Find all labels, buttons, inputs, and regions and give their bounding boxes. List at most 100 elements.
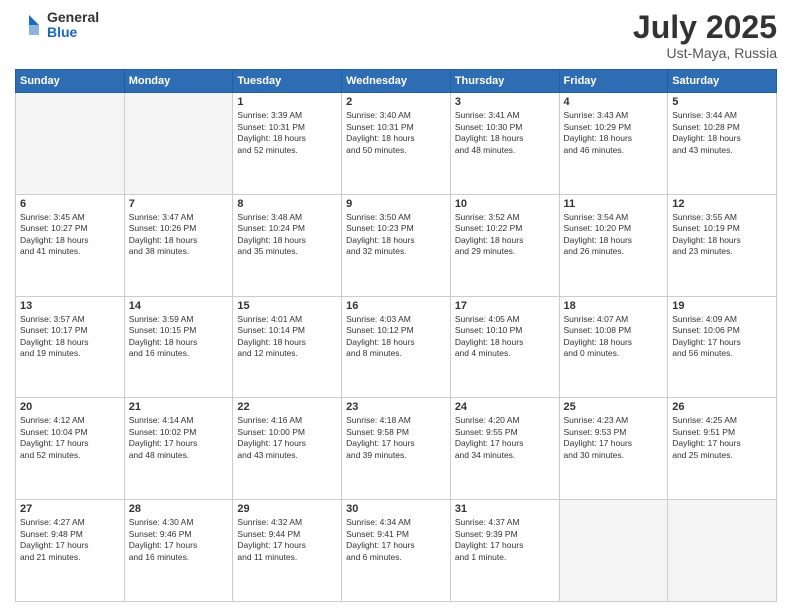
day-number: 2 (346, 96, 446, 108)
cell-content: Sunrise: 4:27 AM Sunset: 9:48 PM Dayligh… (20, 517, 120, 563)
title-block: July 2025 Ust-Maya, Russia (633, 10, 777, 61)
day-number: 16 (346, 300, 446, 312)
day-number: 30 (346, 503, 446, 515)
cell-content: Sunrise: 4:30 AM Sunset: 9:46 PM Dayligh… (129, 517, 229, 563)
day-number: 19 (672, 300, 772, 312)
cell-content: Sunrise: 4:34 AM Sunset: 9:41 PM Dayligh… (346, 517, 446, 563)
table-row: 20 Sunrise: 4:12 AM Sunset: 10:04 PM Dayl… (16, 398, 125, 500)
table-row: 9Sunrise: 3:50 AM Sunset: 10:23 PM Dayli… (342, 194, 451, 296)
cell-content: Sunrise: 4:37 AM Sunset: 9:39 PM Dayligh… (455, 517, 555, 563)
table-row: 16 Sunrise: 4:03 AM Sunset: 10:12 PM Dayl… (342, 296, 451, 398)
day-number: 1 (237, 96, 337, 108)
calendar-week-row: 27Sunrise: 4:27 AM Sunset: 9:48 PM Dayli… (16, 500, 777, 602)
table-row: 23 Sunrise: 4:18 AM Sunset: 9:58 PM Dayli… (342, 398, 451, 500)
cell-content: Sunrise: 4:23 AM Sunset: 9:53 PM Dayligh… (564, 415, 664, 461)
cell-content: Sunrise: 3:40 AM Sunset: 10:31 PM Daylig… (346, 110, 446, 156)
day-number: 23 (346, 401, 446, 413)
day-number: 18 (564, 300, 664, 312)
table-row: 21Sunrise: 4:14 AM Sunset: 10:02 PM Dayl… (124, 398, 233, 500)
day-number: 4 (564, 96, 664, 108)
day-number: 20 (20, 401, 120, 413)
table-row: 17 Sunrise: 4:05 AM Sunset: 10:10 PM Dayl… (450, 296, 559, 398)
cell-content: Sunrise: 3:39 AM Sunset: 10:31 PM Daylig… (237, 110, 337, 156)
table-row: 2 Sunrise: 3:40 AM Sunset: 10:31 PM Dayli… (342, 93, 451, 195)
header-thursday: Thursday (450, 70, 559, 93)
table-row (124, 93, 233, 195)
calendar-header-row: Sunday Monday Tuesday Wednesday Thursday… (16, 70, 777, 93)
table-row: 29 Sunrise: 4:32 AM Sunset: 9:44 PM Dayli… (233, 500, 342, 602)
day-number: 14 (129, 300, 229, 312)
day-number: 10 (455, 198, 555, 210)
cell-content: Sunrise: 4:16 AM Sunset: 10:00 PM Daylig… (237, 415, 337, 461)
day-number: 12 (672, 198, 772, 210)
cell-content: Sunrise: 3:45 AM Sunset: 10:27 PM Daylig… (20, 212, 120, 258)
header-tuesday: Tuesday (233, 70, 342, 93)
table-row: 30 Sunrise: 4:34 AM Sunset: 9:41 PM Dayli… (342, 500, 451, 602)
day-number: 17 (455, 300, 555, 312)
header-monday: Monday (124, 70, 233, 93)
day-number: 22 (237, 401, 337, 413)
cell-content: Sunrise: 4:01 AM Sunset: 10:14 PM Daylig… (237, 314, 337, 360)
cell-content: Sunrise: 4:14 AM Sunset: 10:02 PM Daylig… (129, 415, 229, 461)
table-row: 18 Sunrise: 4:07 AM Sunset: 10:08 PM Dayl… (559, 296, 668, 398)
table-row: 6 Sunrise: 3:45 AM Sunset: 10:27 PM Dayli… (16, 194, 125, 296)
table-row: 12 Sunrise: 3:55 AM Sunset: 10:19 PM Dayl… (668, 194, 777, 296)
day-number: 31 (455, 503, 555, 515)
cell-content: Sunrise: 4:25 AM Sunset: 9:51 PM Dayligh… (672, 415, 772, 461)
page: General Blue July 2025 Ust-Maya, Russia … (0, 0, 792, 612)
cell-content: Sunrise: 3:59 AM Sunset: 10:15 PM Daylig… (129, 314, 229, 360)
calendar-week-row: 6 Sunrise: 3:45 AM Sunset: 10:27 PM Dayli… (16, 194, 777, 296)
table-row: 26 Sunrise: 4:25 AM Sunset: 9:51 PM Dayli… (668, 398, 777, 500)
cell-content: Sunrise: 3:48 AM Sunset: 10:24 PM Daylig… (237, 212, 337, 258)
table-row: 15 Sunrise: 4:01 AM Sunset: 10:14 PM Dayl… (233, 296, 342, 398)
table-row: 19 Sunrise: 4:09 AM Sunset: 10:06 PM Dayl… (668, 296, 777, 398)
table-row: 25 Sunrise: 4:23 AM Sunset: 9:53 PM Dayli… (559, 398, 668, 500)
table-row (668, 500, 777, 602)
cell-content: Sunrise: 4:09 AM Sunset: 10:06 PM Daylig… (672, 314, 772, 360)
cell-content: Sunrise: 3:43 AM Sunset: 10:29 PM Daylig… (564, 110, 664, 156)
cell-content: Sunrise: 3:52 AM Sunset: 10:22 PM Daylig… (455, 212, 555, 258)
table-row (16, 93, 125, 195)
calendar-table: Sunday Monday Tuesday Wednesday Thursday… (15, 69, 777, 602)
day-number: 7 (129, 198, 229, 210)
table-row: 5Sunrise: 3:44 AM Sunset: 10:28 PM Dayli… (668, 93, 777, 195)
cell-content: Sunrise: 3:55 AM Sunset: 10:19 PM Daylig… (672, 212, 772, 258)
day-number: 3 (455, 96, 555, 108)
header-wednesday: Wednesday (342, 70, 451, 93)
header-friday: Friday (559, 70, 668, 93)
calendar-week-row: 1 Sunrise: 3:39 AM Sunset: 10:31 PM Dayli… (16, 93, 777, 195)
day-number: 24 (455, 401, 555, 413)
calendar-week-row: 13Sunrise: 3:57 AM Sunset: 10:17 PM Dayl… (16, 296, 777, 398)
title-month: July 2025 (633, 10, 777, 45)
cell-content: Sunrise: 4:20 AM Sunset: 9:55 PM Dayligh… (455, 415, 555, 461)
table-row: 10 Sunrise: 3:52 AM Sunset: 10:22 PM Dayl… (450, 194, 559, 296)
cell-content: Sunrise: 4:12 AM Sunset: 10:04 PM Daylig… (20, 415, 120, 461)
table-row: 24 Sunrise: 4:20 AM Sunset: 9:55 PM Dayli… (450, 398, 559, 500)
cell-content: Sunrise: 4:18 AM Sunset: 9:58 PM Dayligh… (346, 415, 446, 461)
day-number: 26 (672, 401, 772, 413)
day-number: 28 (129, 503, 229, 515)
cell-content: Sunrise: 4:03 AM Sunset: 10:12 PM Daylig… (346, 314, 446, 360)
table-row: 1 Sunrise: 3:39 AM Sunset: 10:31 PM Dayli… (233, 93, 342, 195)
day-number: 25 (564, 401, 664, 413)
table-row: 4 Sunrise: 3:43 AM Sunset: 10:29 PM Dayli… (559, 93, 668, 195)
cell-content: Sunrise: 3:41 AM Sunset: 10:30 PM Daylig… (455, 110, 555, 156)
cell-content: Sunrise: 3:44 AM Sunset: 10:28 PM Daylig… (672, 110, 772, 156)
table-row: 8 Sunrise: 3:48 AM Sunset: 10:24 PM Dayli… (233, 194, 342, 296)
cell-content: Sunrise: 3:50 AM Sunset: 10:23 PM Daylig… (346, 212, 446, 258)
logo-blue-text: Blue (47, 25, 99, 40)
day-number: 8 (237, 198, 337, 210)
day-number: 29 (237, 503, 337, 515)
day-number: 6 (20, 198, 120, 210)
header-saturday: Saturday (668, 70, 777, 93)
cell-content: Sunrise: 4:05 AM Sunset: 10:10 PM Daylig… (455, 314, 555, 360)
cell-content: Sunrise: 4:32 AM Sunset: 9:44 PM Dayligh… (237, 517, 337, 563)
cell-content: Sunrise: 3:47 AM Sunset: 10:26 PM Daylig… (129, 212, 229, 258)
table-row: 14 Sunrise: 3:59 AM Sunset: 10:15 PM Dayl… (124, 296, 233, 398)
logo: General Blue (15, 10, 99, 41)
day-number: 15 (237, 300, 337, 312)
cell-content: Sunrise: 3:54 AM Sunset: 10:20 PM Daylig… (564, 212, 664, 258)
table-row: 22 Sunrise: 4:16 AM Sunset: 10:00 PM Dayl… (233, 398, 342, 500)
logo-icon (15, 11, 43, 39)
cell-content: Sunrise: 4:07 AM Sunset: 10:08 PM Daylig… (564, 314, 664, 360)
